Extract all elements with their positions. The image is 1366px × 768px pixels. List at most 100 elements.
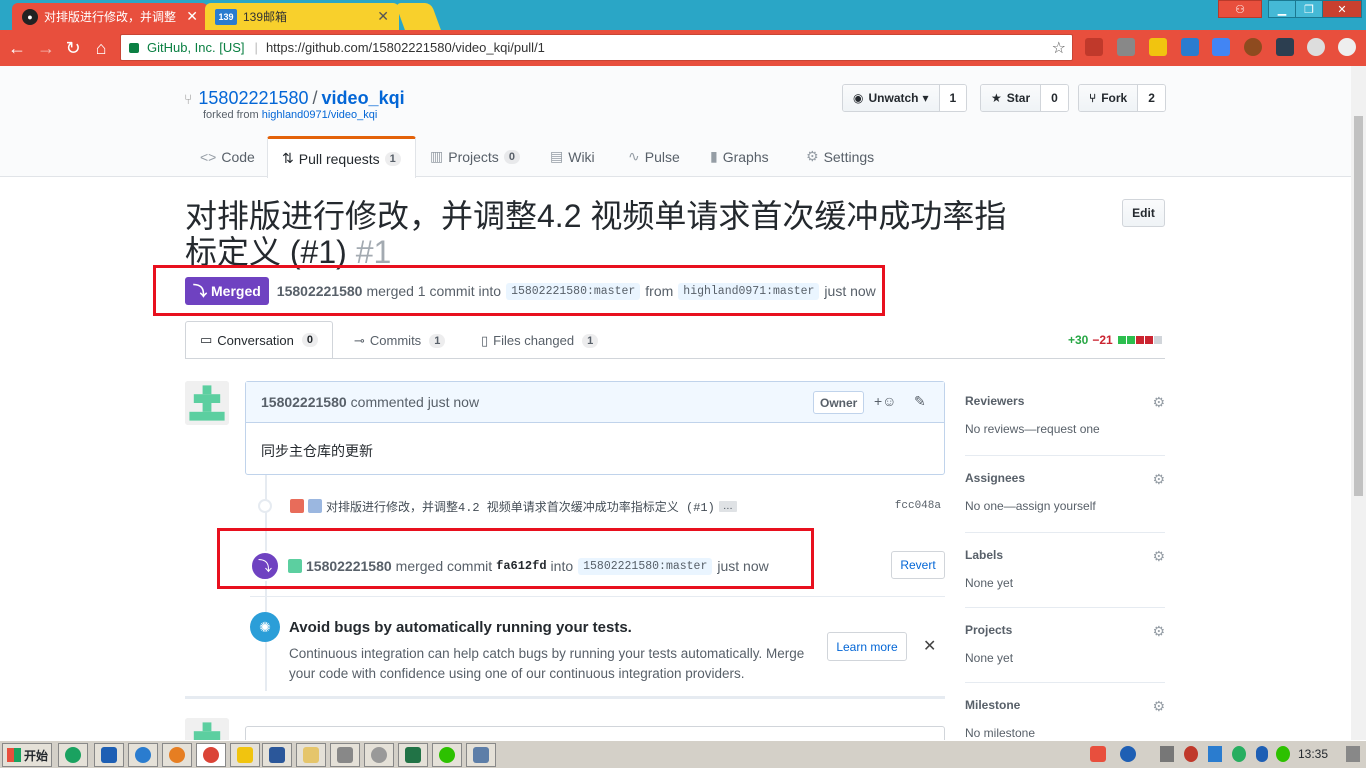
minimize-icon[interactable]: ▁: [1268, 0, 1296, 18]
new-tab-button[interactable]: [395, 3, 441, 30]
comment-author[interactable]: 15802221580: [261, 394, 347, 410]
new-comment-box[interactable]: [245, 726, 945, 740]
tray-icon[interactable]: [1208, 746, 1222, 762]
sidebar-value[interactable]: No one—assign yourself: [965, 499, 1165, 513]
forked-from-link[interactable]: highland0971/video_kqi: [262, 109, 378, 121]
taskbar-app-button[interactable]: [128, 743, 158, 767]
tab-projects[interactable]: ▥ Projects 0: [416, 136, 534, 177]
scrollbar-thumb[interactable]: [1354, 116, 1363, 496]
gear-icon[interactable]: ⚙: [1152, 698, 1165, 715]
pencil-icon[interactable]: ✎: [914, 393, 926, 410]
forward-icon[interactable]: →: [35, 37, 57, 59]
tab-graphs[interactable]: ▮ Graphs: [696, 136, 783, 177]
expand-commit-button[interactable]: …: [718, 500, 737, 512]
pulse-icon: ∿: [628, 148, 640, 164]
browser-tab-139mail[interactable]: 139 139邮箱 ✕: [205, 3, 399, 30]
network-icon[interactable]: [1160, 746, 1174, 762]
extension-icon[interactable]: [1117, 38, 1135, 56]
browser-tab-github[interactable]: ● 对排版进行修改，并调整 ✕: [12, 3, 208, 30]
taskbar-app-button[interactable]: [364, 743, 394, 767]
repo-owner-link[interactable]: 15802221580: [198, 88, 308, 108]
taskbar-app-button[interactable]: [262, 743, 292, 767]
tab-close-icon[interactable]: ✕: [186, 8, 198, 25]
commit-sha[interactable]: fcc048a: [895, 500, 941, 512]
extension-icon[interactable]: [1244, 38, 1262, 56]
taskbar-app-button[interactable]: [94, 743, 124, 767]
edit-title-button[interactable]: Edit: [1122, 199, 1165, 227]
fork-button[interactable]: ⑂ Fork 2: [1078, 84, 1166, 112]
gear-icon[interactable]: ⚙: [1152, 471, 1165, 488]
commit-message[interactable]: 对排版进行修改，并调整4.2 视频单请求首次缓冲成功率指标定义 (#1): [326, 498, 715, 515]
gear-icon[interactable]: ⚙: [1152, 394, 1165, 411]
translate-icon[interactable]: [1212, 38, 1230, 56]
avatar[interactable]: [185, 718, 229, 740]
bluetooth-icon[interactable]: [1256, 746, 1268, 762]
commit-icon: ⊸: [354, 332, 365, 348]
comment-discussion-icon: ▭: [200, 332, 213, 347]
reload-icon[interactable]: ↻: [62, 37, 84, 59]
watchers-count[interactable]: 1: [939, 85, 967, 111]
taskbar-app-button[interactable]: [296, 743, 326, 767]
help-icon[interactable]: [1120, 746, 1136, 762]
ci-title: Avoid bugs by automatically running your…: [289, 619, 632, 636]
tab-pull-requests[interactable]: ⇅ Pull requests 1: [267, 136, 416, 178]
tab-code[interactable]: <> Code: [186, 136, 269, 177]
deletions-count: −21: [1092, 333, 1113, 347]
tab-commits[interactable]: ⊸ Commits 1: [340, 321, 459, 360]
gear-icon[interactable]: ⚙: [1152, 548, 1165, 565]
show-desktop-icon[interactable]: [1346, 746, 1360, 762]
add-reaction-icon[interactable]: +☺: [874, 393, 896, 409]
extension-icon[interactable]: [1085, 38, 1103, 56]
extension-icon[interactable]: [1276, 38, 1294, 56]
tab-close-icon[interactable]: ✕: [377, 8, 389, 25]
gear-icon[interactable]: ⚙: [1152, 623, 1165, 640]
diffstat[interactable]: +30 −21: [1068, 333, 1162, 347]
profile-icon[interactable]: ⚇: [1218, 0, 1262, 18]
scrollbar[interactable]: [1351, 66, 1366, 740]
forks-count[interactable]: 2: [1138, 85, 1165, 111]
revert-button[interactable]: Revert: [891, 551, 945, 579]
extension-icon[interactable]: [1307, 38, 1325, 56]
taskbar-app-button[interactable]: [196, 743, 226, 767]
tab-settings[interactable]: ⚙ Settings: [792, 136, 888, 177]
sidebar-value[interactable]: No reviews—request one: [965, 422, 1165, 436]
tab-pulse[interactable]: ∿ Pulse: [614, 136, 694, 177]
repo-name-link[interactable]: video_kqi: [322, 88, 405, 108]
ie-icon: [65, 747, 81, 763]
taskbar-app-button[interactable]: [230, 743, 260, 767]
close-icon[interactable]: ✕: [923, 636, 936, 656]
taskbar-app-button[interactable]: [162, 743, 192, 767]
tab-wiki[interactable]: ▤ Wiki: [536, 136, 609, 177]
stars-count[interactable]: 0: [1041, 85, 1068, 111]
volume-muted-icon[interactable]: [1184, 746, 1198, 762]
address-bar[interactable]: GitHub, Inc. [US] | https://github.com/1…: [120, 34, 1073, 61]
tray-icon[interactable]: [1232, 746, 1246, 762]
taskbar-app-button[interactable]: [58, 743, 88, 767]
folder-extension-icon[interactable]: [1149, 38, 1167, 56]
star-button[interactable]: ★ Star 0: [980, 84, 1069, 112]
avatar[interactable]: [308, 499, 322, 513]
home-icon[interactable]: ⌂: [90, 37, 112, 59]
back-icon[interactable]: ←: [6, 37, 28, 59]
taskbar-app-button[interactable]: [330, 743, 360, 767]
taskbar-app-button[interactable]: [432, 743, 462, 767]
bookmark-star-icon[interactable]: ☆: [1052, 38, 1066, 58]
chrome-menu-icon[interactable]: [1338, 38, 1356, 56]
tray-icon[interactable]: [1090, 746, 1106, 762]
window-close-icon[interactable]: ✕: [1322, 0, 1362, 18]
tab-conversation[interactable]: ▭ Conversation 0: [185, 321, 334, 359]
taskbar-app-button[interactable]: [466, 743, 496, 767]
avatar[interactable]: [185, 381, 229, 425]
taskbar-app-button[interactable]: [398, 743, 428, 767]
tab-files-changed[interactable]: ▯ Files changed 1: [467, 321, 612, 360]
clock[interactable]: 13:35: [1298, 747, 1328, 761]
restore-icon[interactable]: ❐: [1295, 0, 1323, 18]
learn-more-button[interactable]: Learn more: [827, 632, 907, 661]
start-button[interactable]: 开始: [2, 743, 52, 767]
extension-icon[interactable]: [1181, 38, 1199, 56]
sidebar-milestone: Milestone No milestone ⚙: [965, 698, 1165, 740]
wechat-tray-icon[interactable]: [1276, 746, 1290, 762]
github-favicon-icon: ●: [22, 8, 38, 25]
avatar[interactable]: [290, 499, 304, 513]
unwatch-button[interactable]: ◉ Unwatch ▾ 1: [842, 84, 968, 112]
